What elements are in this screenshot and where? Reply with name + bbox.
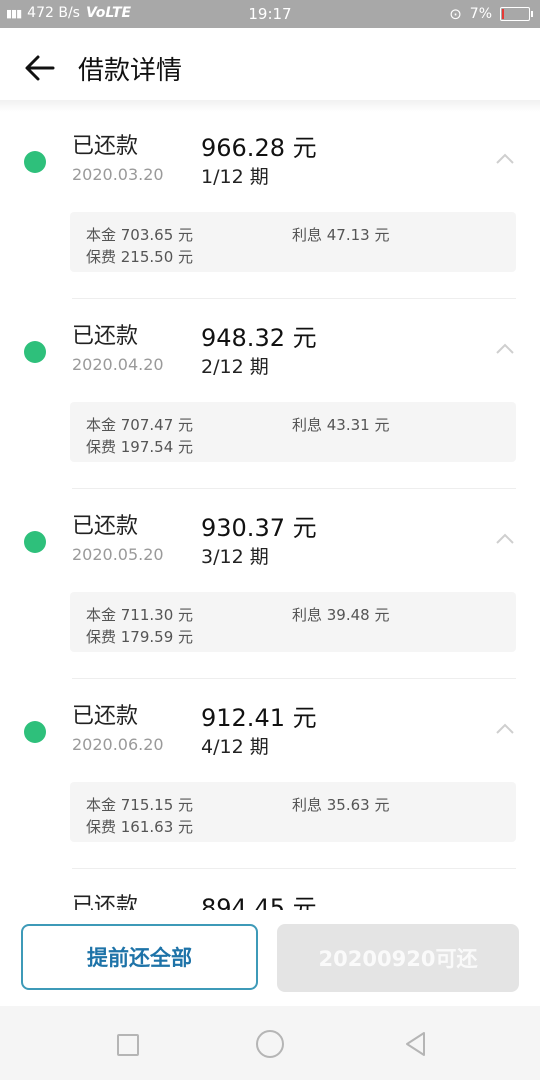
installment-list[interactable]: 已还款 2020.03.20 966.28 元 1/12 期 本金 703.65… bbox=[0, 108, 540, 910]
system-nav-bar bbox=[0, 1006, 540, 1080]
insurance-fee: 保费 197.54 元 bbox=[86, 438, 194, 456]
chevron-up-icon[interactable] bbox=[494, 152, 516, 166]
installment-period: 4/12 期 bbox=[201, 736, 269, 758]
prepay-all-button[interactable]: 提前还全部 bbox=[21, 924, 258, 990]
interest-amount: 利息 35.63 元 bbox=[292, 796, 390, 814]
installment-item[interactable]: 已还款 2020.05.20 930.37 元 3/12 期 本金 711.30… bbox=[0, 488, 540, 679]
installment-status: 已还款 bbox=[72, 324, 139, 349]
insurance-fee: 保费 161.63 元 bbox=[86, 818, 194, 836]
repay-date-button[interactable]: 20200920可还 bbox=[277, 924, 519, 992]
rotation-lock-icon: ⊙ bbox=[449, 5, 462, 23]
installment-amount: 912.41 元 bbox=[201, 704, 317, 732]
installment-date: 2020.04.20 bbox=[72, 355, 164, 374]
paid-status-dot bbox=[24, 531, 46, 553]
principal-amount: 本金 707.47 元 bbox=[86, 416, 194, 434]
installment-item[interactable]: 已还款 894.45 元 bbox=[0, 868, 540, 910]
principal-amount: 本金 715.15 元 bbox=[86, 796, 194, 814]
installment-breakdown: 本金 703.65 元 利息 47.13 元 保费 215.50 元 bbox=[70, 212, 516, 272]
home-icon[interactable] bbox=[256, 1030, 284, 1058]
interest-amount: 利息 47.13 元 bbox=[292, 226, 390, 244]
interest-amount: 利息 43.31 元 bbox=[292, 416, 390, 434]
nav-back-icon[interactable] bbox=[402, 1030, 430, 1058]
chevron-up-icon[interactable] bbox=[494, 342, 516, 356]
paid-status-dot bbox=[24, 151, 46, 173]
installment-item[interactable]: 已还款 2020.03.20 966.28 元 1/12 期 本金 703.65… bbox=[0, 108, 540, 299]
principal-amount: 本金 711.30 元 bbox=[86, 606, 194, 624]
installment-period: 2/12 期 bbox=[201, 356, 269, 378]
installment-breakdown: 本金 715.15 元 利息 35.63 元 保费 161.63 元 bbox=[70, 782, 516, 842]
insurance-fee: 保费 179.59 元 bbox=[86, 628, 194, 646]
status-right: ⊙ 7% bbox=[449, 5, 533, 23]
action-bar: 提前还全部 20200920可还 bbox=[0, 910, 540, 1006]
battery-icon bbox=[500, 7, 533, 21]
installment-period: 3/12 期 bbox=[201, 546, 269, 568]
paid-status-dot bbox=[24, 721, 46, 743]
installment-amount: 966.28 元 bbox=[201, 134, 317, 162]
recent-apps-icon[interactable] bbox=[117, 1034, 139, 1056]
installment-status: 已还款 bbox=[72, 514, 139, 539]
battery-percent: 7% bbox=[469, 6, 492, 22]
chevron-up-icon[interactable] bbox=[494, 722, 516, 736]
installment-amount: 930.37 元 bbox=[201, 514, 317, 542]
installment-breakdown: 本金 707.47 元 利息 43.31 元 保费 197.54 元 bbox=[70, 402, 516, 462]
header: 借款详情 bbox=[0, 28, 540, 108]
installment-date: 2020.05.20 bbox=[72, 545, 164, 564]
installment-amount: 948.32 元 bbox=[201, 324, 317, 352]
installment-status: 已还款 bbox=[72, 704, 139, 729]
installment-date: 2020.03.20 bbox=[72, 165, 164, 184]
back-arrow-icon[interactable] bbox=[22, 50, 58, 86]
installment-date: 2020.06.20 bbox=[72, 735, 164, 754]
installment-item[interactable]: 已还款 2020.06.20 912.41 元 4/12 期 本金 715.15… bbox=[0, 678, 540, 869]
battery-level bbox=[502, 9, 504, 19]
installment-status: 已还款 bbox=[72, 894, 139, 910]
installment-item[interactable]: 已还款 2020.04.20 948.32 元 2/12 期 本金 707.47… bbox=[0, 298, 540, 489]
interest-amount: 利息 39.48 元 bbox=[292, 606, 390, 624]
status-bar: ▮▮▮ 472 B/s VoLTE 19:17 ⊙ 7% bbox=[0, 0, 540, 28]
installment-breakdown: 本金 711.30 元 利息 39.48 元 保费 179.59 元 bbox=[70, 592, 516, 652]
page-title: 借款详情 bbox=[78, 56, 183, 86]
principal-amount: 本金 703.65 元 bbox=[86, 226, 194, 244]
installment-amount: 894.45 元 bbox=[201, 894, 317, 910]
paid-status-dot bbox=[24, 341, 46, 363]
installment-period: 1/12 期 bbox=[201, 166, 269, 188]
insurance-fee: 保费 215.50 元 bbox=[86, 248, 194, 266]
installment-status: 已还款 bbox=[72, 134, 139, 159]
chevron-up-icon[interactable] bbox=[494, 532, 516, 546]
